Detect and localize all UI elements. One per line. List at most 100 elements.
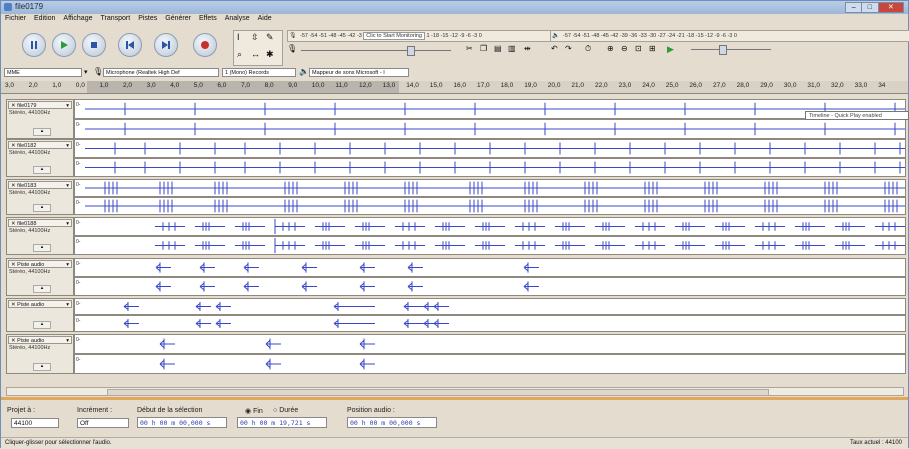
- left-channel[interactable]: 0-: [74, 179, 906, 197]
- silence-icon[interactable]: ⇹: [524, 44, 531, 53]
- right-channel[interactable]: 0-: [74, 197, 906, 215]
- minimize-button[interactable]: –: [845, 2, 863, 13]
- left-channel[interactable]: 0-: [74, 298, 906, 315]
- skip-start-button[interactable]: [118, 33, 142, 57]
- track-waveform-area[interactable]: 0- 0-: [74, 179, 906, 215]
- track-name-menu[interactable]: ✕ Piste audio ▾: [8, 300, 72, 308]
- timeline-ruler[interactable]: 3,0 2,0 1,0 0,0 1,0 2,0 3,0 4,0 5,0 6,0 7,0 8,0 9,0 1…: [1, 81, 908, 94]
- track-name-menu[interactable]: ✕ Piste audio ▾: [8, 336, 72, 344]
- track-name-menu[interactable]: ✕ file0182 ▾: [8, 141, 72, 149]
- collapse-track-button[interactable]: ▴: [33, 204, 51, 212]
- length-radio[interactable]: ○ Durée: [273, 407, 298, 414]
- collapse-track-button[interactable]: ▴: [33, 321, 51, 329]
- right-channel[interactable]: 0-: [74, 315, 906, 332]
- fit-project-icon[interactable]: ⊞: [649, 44, 656, 53]
- collapse-track-button[interactable]: ▴: [33, 244, 51, 252]
- output-device-select[interactable]: Mappeur de sons Microsoft - I: [309, 68, 409, 77]
- audio-host-select[interactable]: MME: [4, 68, 82, 77]
- right-channel[interactable]: 0-: [74, 158, 906, 177]
- redo-icon[interactable]: ↷: [565, 44, 572, 53]
- app-icon: [4, 3, 12, 11]
- stop-button[interactable]: [82, 33, 106, 57]
- menu-help[interactable]: Aide: [258, 15, 272, 25]
- menu-file[interactable]: Fichier: [5, 15, 26, 25]
- collapse-track-button[interactable]: ▴: [33, 166, 51, 174]
- input-channels-select[interactable]: 1 (Mono) Records: [222, 68, 296, 77]
- input-volume-slider[interactable]: [301, 50, 451, 51]
- trim-icon[interactable]: ▥: [508, 44, 516, 53]
- track-name-menu[interactable]: ✕ file0188 ▾: [8, 219, 72, 227]
- menu-transport[interactable]: Transport: [100, 15, 130, 25]
- left-channel[interactable]: 0-: [74, 99, 906, 119]
- track-waveform-area[interactable]: 0- 0-: [74, 217, 906, 255]
- horizontal-scrollbar[interactable]: [6, 387, 904, 396]
- fit-selection-icon[interactable]: ⊡: [635, 44, 642, 53]
- menu-edit[interactable]: Edition: [34, 15, 55, 25]
- track-control-panel[interactable]: ✕ file0188 ▾ Stéréo, 44100Hz ▴: [6, 217, 74, 255]
- record-meter[interactable]: 🎙 -57 -54 -51 -48 -45 -42 -3 Clic to Sta…: [287, 30, 559, 42]
- project-rate-select[interactable]: 44100: [11, 418, 59, 428]
- multi-tool-icon[interactable]: ✱: [266, 49, 274, 60]
- collapse-track-button[interactable]: ▴: [33, 363, 51, 371]
- zoom-tool-icon[interactable]: ⌕: [237, 49, 242, 60]
- timeshift-tool-icon[interactable]: ↔: [251, 49, 260, 59]
- draw-tool-icon[interactable]: ✎: [266, 32, 274, 43]
- track-control-panel[interactable]: ✕ file0183 ▾ Stéréo, 44100Hz ▴: [6, 179, 74, 215]
- snap-select[interactable]: Off: [77, 418, 129, 428]
- play-at-speed-icon[interactable]: ▶: [667, 44, 674, 55]
- record-button[interactable]: [193, 33, 217, 57]
- pause-button[interactable]: [22, 33, 46, 57]
- selection-end-time[interactable]: 00 h 00 m 19,721 s: [237, 417, 327, 428]
- track-control-panel[interactable]: ✕ file0179 ▾ Stéréo, 44100Hz ▴: [6, 99, 74, 139]
- menu-effects[interactable]: Effets: [199, 15, 217, 25]
- menu-analyze[interactable]: Analyse: [225, 15, 250, 25]
- paste-icon[interactable]: ▤: [494, 44, 502, 53]
- track-waveform-area[interactable]: 0- 0-: [74, 99, 906, 139]
- track-waveform-area[interactable]: 0- 0-: [74, 258, 906, 296]
- menu-generate[interactable]: Générer: [165, 15, 191, 25]
- left-channel[interactable]: 0-: [74, 258, 906, 277]
- track-name-menu[interactable]: ✕ Piste audio ▾: [8, 260, 72, 268]
- input-volume-thumb[interactable]: [407, 46, 415, 56]
- input-device-select[interactable]: Microphone (Realtek High Def: [103, 68, 219, 77]
- selection-start-time[interactable]: 00 h 00 m 00,000 s: [137, 417, 227, 428]
- track-control-panel[interactable]: ✕ Piste audio ▾ ▴: [6, 298, 74, 332]
- track-waveform-area[interactable]: 0- 0-: [74, 139, 906, 177]
- end-radio[interactable]: ◉ Fin: [245, 407, 263, 415]
- collapse-track-button[interactable]: ▴: [33, 285, 51, 293]
- play-button[interactable]: [52, 33, 76, 57]
- track-name-menu[interactable]: ✕ file0179 ▾: [8, 101, 72, 109]
- envelope-tool-icon[interactable]: ⇳: [251, 32, 259, 43]
- sync-lock-icon[interactable]: ⏱: [585, 44, 591, 54]
- left-channel[interactable]: 0-: [74, 334, 906, 354]
- selection-tool-icon[interactable]: I: [237, 32, 240, 42]
- zoom-in-icon[interactable]: ⊕: [607, 44, 614, 53]
- undo-icon[interactable]: ↶: [551, 44, 558, 53]
- close-button[interactable]: ✕: [877, 2, 904, 13]
- scrollbar-thumb[interactable]: [107, 389, 769, 396]
- copy-icon[interactable]: ❐: [480, 44, 487, 53]
- track-control-panel[interactable]: ✕ file0182 ▾ Stéréo, 44100Hz ▴: [6, 139, 74, 177]
- playback-speed-thumb[interactable]: [719, 45, 727, 55]
- track-control-panel[interactable]: ✕ Piste audio ▾ Stéréo, 44100Hz ▴: [6, 334, 74, 374]
- track-control-panel[interactable]: ✕ Piste audio ▾ Stéréo, 44100Hz ▴: [6, 258, 74, 296]
- right-channel[interactable]: 0-: [74, 277, 906, 296]
- playback-speed-slider[interactable]: [691, 49, 771, 50]
- left-channel[interactable]: 0-: [74, 139, 906, 158]
- zoom-out-icon[interactable]: ⊖: [621, 44, 628, 53]
- cut-icon[interactable]: ✂: [466, 44, 473, 53]
- collapse-track-button[interactable]: ▴: [33, 128, 51, 136]
- right-channel[interactable]: 0-: [74, 354, 906, 374]
- track-waveform-area[interactable]: 0- 0-: [74, 334, 906, 374]
- left-channel[interactable]: 0-: [74, 217, 906, 236]
- right-channel[interactable]: 0-: [74, 236, 906, 255]
- menu-tracks[interactable]: Pistes: [138, 15, 157, 25]
- maximize-button[interactable]: □: [861, 2, 879, 13]
- track-waveform-area[interactable]: 0- 0-: [74, 298, 906, 332]
- playback-meter[interactable]: 🔈 -57 -54 -51 -48 -45 -42 -39 -36 -33 -3…: [550, 30, 909, 42]
- menu-view[interactable]: Affichage: [63, 15, 92, 25]
- right-channel[interactable]: 0-: [74, 119, 906, 139]
- skip-end-button[interactable]: [154, 33, 178, 57]
- audio-position-time[interactable]: 00 h 00 m 00,000 s: [347, 417, 437, 428]
- track-name-menu[interactable]: ✕ file0183 ▾: [8, 181, 72, 189]
